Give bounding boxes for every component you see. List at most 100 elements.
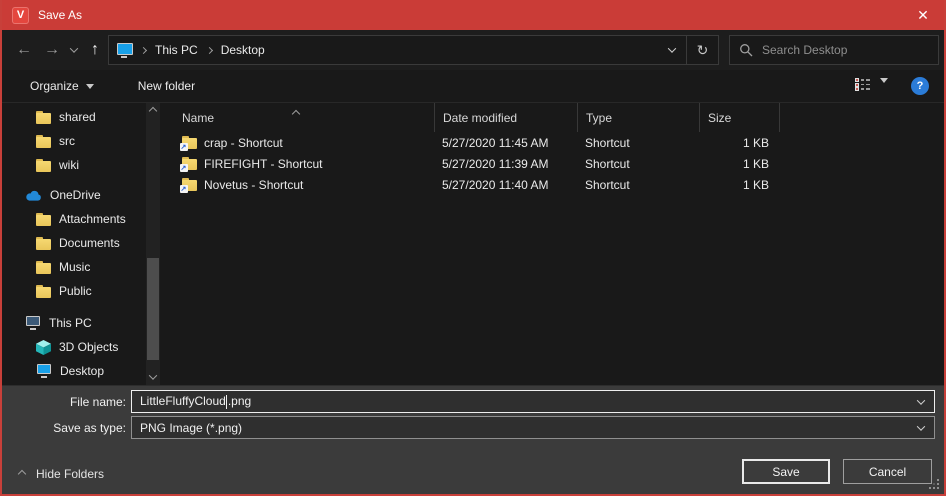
sidebar-group-gap [2,303,162,311]
breadcrumb-this-pc[interactable]: This PC [147,36,206,64]
column-header-date-modified[interactable]: Date modified [434,103,577,132]
date-modified-cell: 5/27/2020 11:40 AM [434,178,577,192]
onedrive-cloud-icon [25,190,42,201]
recent-locations-dropdown[interactable] [66,30,82,70]
chevron-up-icon [18,470,26,478]
refresh-button[interactable]: ↻ [686,36,718,64]
address-history-dropdown[interactable] [658,36,686,64]
new-folder-label: New folder [138,79,195,93]
hide-folders-button[interactable]: Hide Folders [19,463,104,485]
search-input[interactable]: Search Desktop [729,35,939,65]
file-name-text: crap - Shortcut [204,136,283,150]
navigation-pane: shared src wiki OneDrive Attachments Doc… [2,103,162,385]
text-caret [226,395,227,409]
change-view-button[interactable] [855,78,870,91]
sidebar-item-label: OneDrive [50,188,101,202]
sidebar-item-label: shared [59,110,96,124]
file-row-novetus-shortcut[interactable]: Novetus - Shortcut 5/27/2020 11:40 AM Sh… [162,174,944,195]
sidebar-item-src[interactable]: src [2,129,162,153]
sidebar-item-shared[interactable]: shared [2,105,162,129]
file-name-cell: Novetus - Shortcut [162,178,434,192]
column-headers: Name Date modified Type Size [162,103,944,132]
scrollbar-thumb[interactable] [147,258,159,360]
file-name-input[interactable]: LittleFluffyCloud.png [131,390,935,413]
up-one-level-button[interactable]: ↑ [82,30,108,70]
breadcrumb-separator-icon [206,48,213,53]
resize-grip[interactable] [929,479,939,489]
file-row-firefight-shortcut[interactable]: FIREFIGHT - Shortcut 5/27/2020 11:39 AM … [162,153,944,174]
sidebar-item-desktop[interactable]: Desktop [2,359,162,383]
save-as-type-select[interactable]: PNG Image (*.png) [131,416,935,439]
dropdown-triangle-icon [86,84,94,89]
date-modified-cell: 5/27/2020 11:45 AM [434,136,577,150]
file-name-text: FIREFIGHT - Shortcut [204,157,322,171]
scroll-up-button[interactable] [146,103,160,119]
sidebar-item-public[interactable]: Public [2,279,162,303]
vivaldi-logo-icon: V [12,7,29,24]
breadcrumb-desktop[interactable]: Desktop [213,36,273,64]
scroll-down-button[interactable] [146,369,160,385]
sidebar-item-documents[interactable]: Documents [2,231,162,255]
sidebar-scrollbar[interactable] [146,103,160,385]
sort-ascending-icon [293,106,299,120]
close-button[interactable]: ✕ [902,0,944,30]
column-header-type[interactable]: Type [577,103,699,132]
sidebar-item-label: Documents [59,236,120,250]
desktop-icon [36,364,52,378]
folder-icon [36,261,51,274]
help-button[interactable]: ? [911,77,929,95]
column-header-blank [779,103,944,132]
folder-icon [36,237,51,250]
forward-button[interactable]: → [38,30,66,70]
chevron-down-icon[interactable] [917,396,925,404]
window-title: Save As [38,8,82,22]
save-as-dialog: V Save As ✕ ← → ↑ This PC Desktop ↻ Sear… [0,0,946,496]
address-bar[interactable]: This PC Desktop ↻ [108,35,719,65]
folder-icon [36,159,51,172]
shortcut-arrow-icon [180,143,188,151]
chevron-up-icon [149,107,157,115]
search-placeholder: Search Desktop [762,43,847,57]
sidebar-item-3d-objects[interactable]: 3D Objects [2,335,162,359]
folder-shortcut-icon [182,178,197,191]
save-as-type-value: PNG Image (*.png) [140,421,242,435]
size-cell: 1 KB [699,178,779,192]
view-options-dropdown[interactable] [880,83,888,101]
sidebar-item-label: This PC [49,316,92,330]
sidebar-item-music[interactable]: Music [2,255,162,279]
desktop-icon [116,43,134,58]
sidebar-item-this-pc[interactable]: This PC [2,311,162,335]
back-button[interactable]: ← [10,30,38,70]
file-row-crap-shortcut[interactable]: crap - Shortcut 5/27/2020 11:45 AM Short… [162,132,944,153]
type-cell: Shortcut [577,136,699,150]
hide-folders-label: Hide Folders [36,467,104,481]
folder-shortcut-icon [182,136,197,149]
sidebar-item-attachments[interactable]: Attachments [2,207,162,231]
chevron-down-icon [70,44,78,52]
type-cell: Shortcut [577,157,699,171]
cancel-button[interactable]: Cancel [843,459,932,484]
chevron-down-icon [668,44,676,52]
save-panel: File name: LittleFluffyCloud.png Save as… [2,385,944,494]
save-button[interactable]: Save [742,459,830,484]
dropdown-triangle-icon [880,78,888,100]
search-icon [739,43,753,57]
file-name-text: Novetus - Shortcut [204,178,303,192]
file-name-value: LittleFluffyCloud.png [140,394,251,409]
breadcrumb-separator-icon [140,48,147,53]
folder-icon [36,111,51,124]
size-cell: 1 KB [699,157,779,171]
folder-icon [36,213,51,226]
new-folder-button[interactable]: New folder [130,73,203,99]
sidebar-item-wiki[interactable]: wiki [2,153,162,177]
sidebar-item-onedrive[interactable]: OneDrive [2,183,162,207]
command-toolbar: Organize New folder ? [2,70,944,103]
folder-shortcut-icon [182,157,197,170]
column-header-size[interactable]: Size [699,103,779,132]
organize-button[interactable]: Organize [22,73,102,99]
sidebar-item-label: Desktop [60,364,104,378]
sidebar-item-label: src [59,134,75,148]
chevron-down-icon[interactable] [917,422,925,430]
folder-icon [36,285,51,298]
shortcut-arrow-icon [180,185,188,193]
